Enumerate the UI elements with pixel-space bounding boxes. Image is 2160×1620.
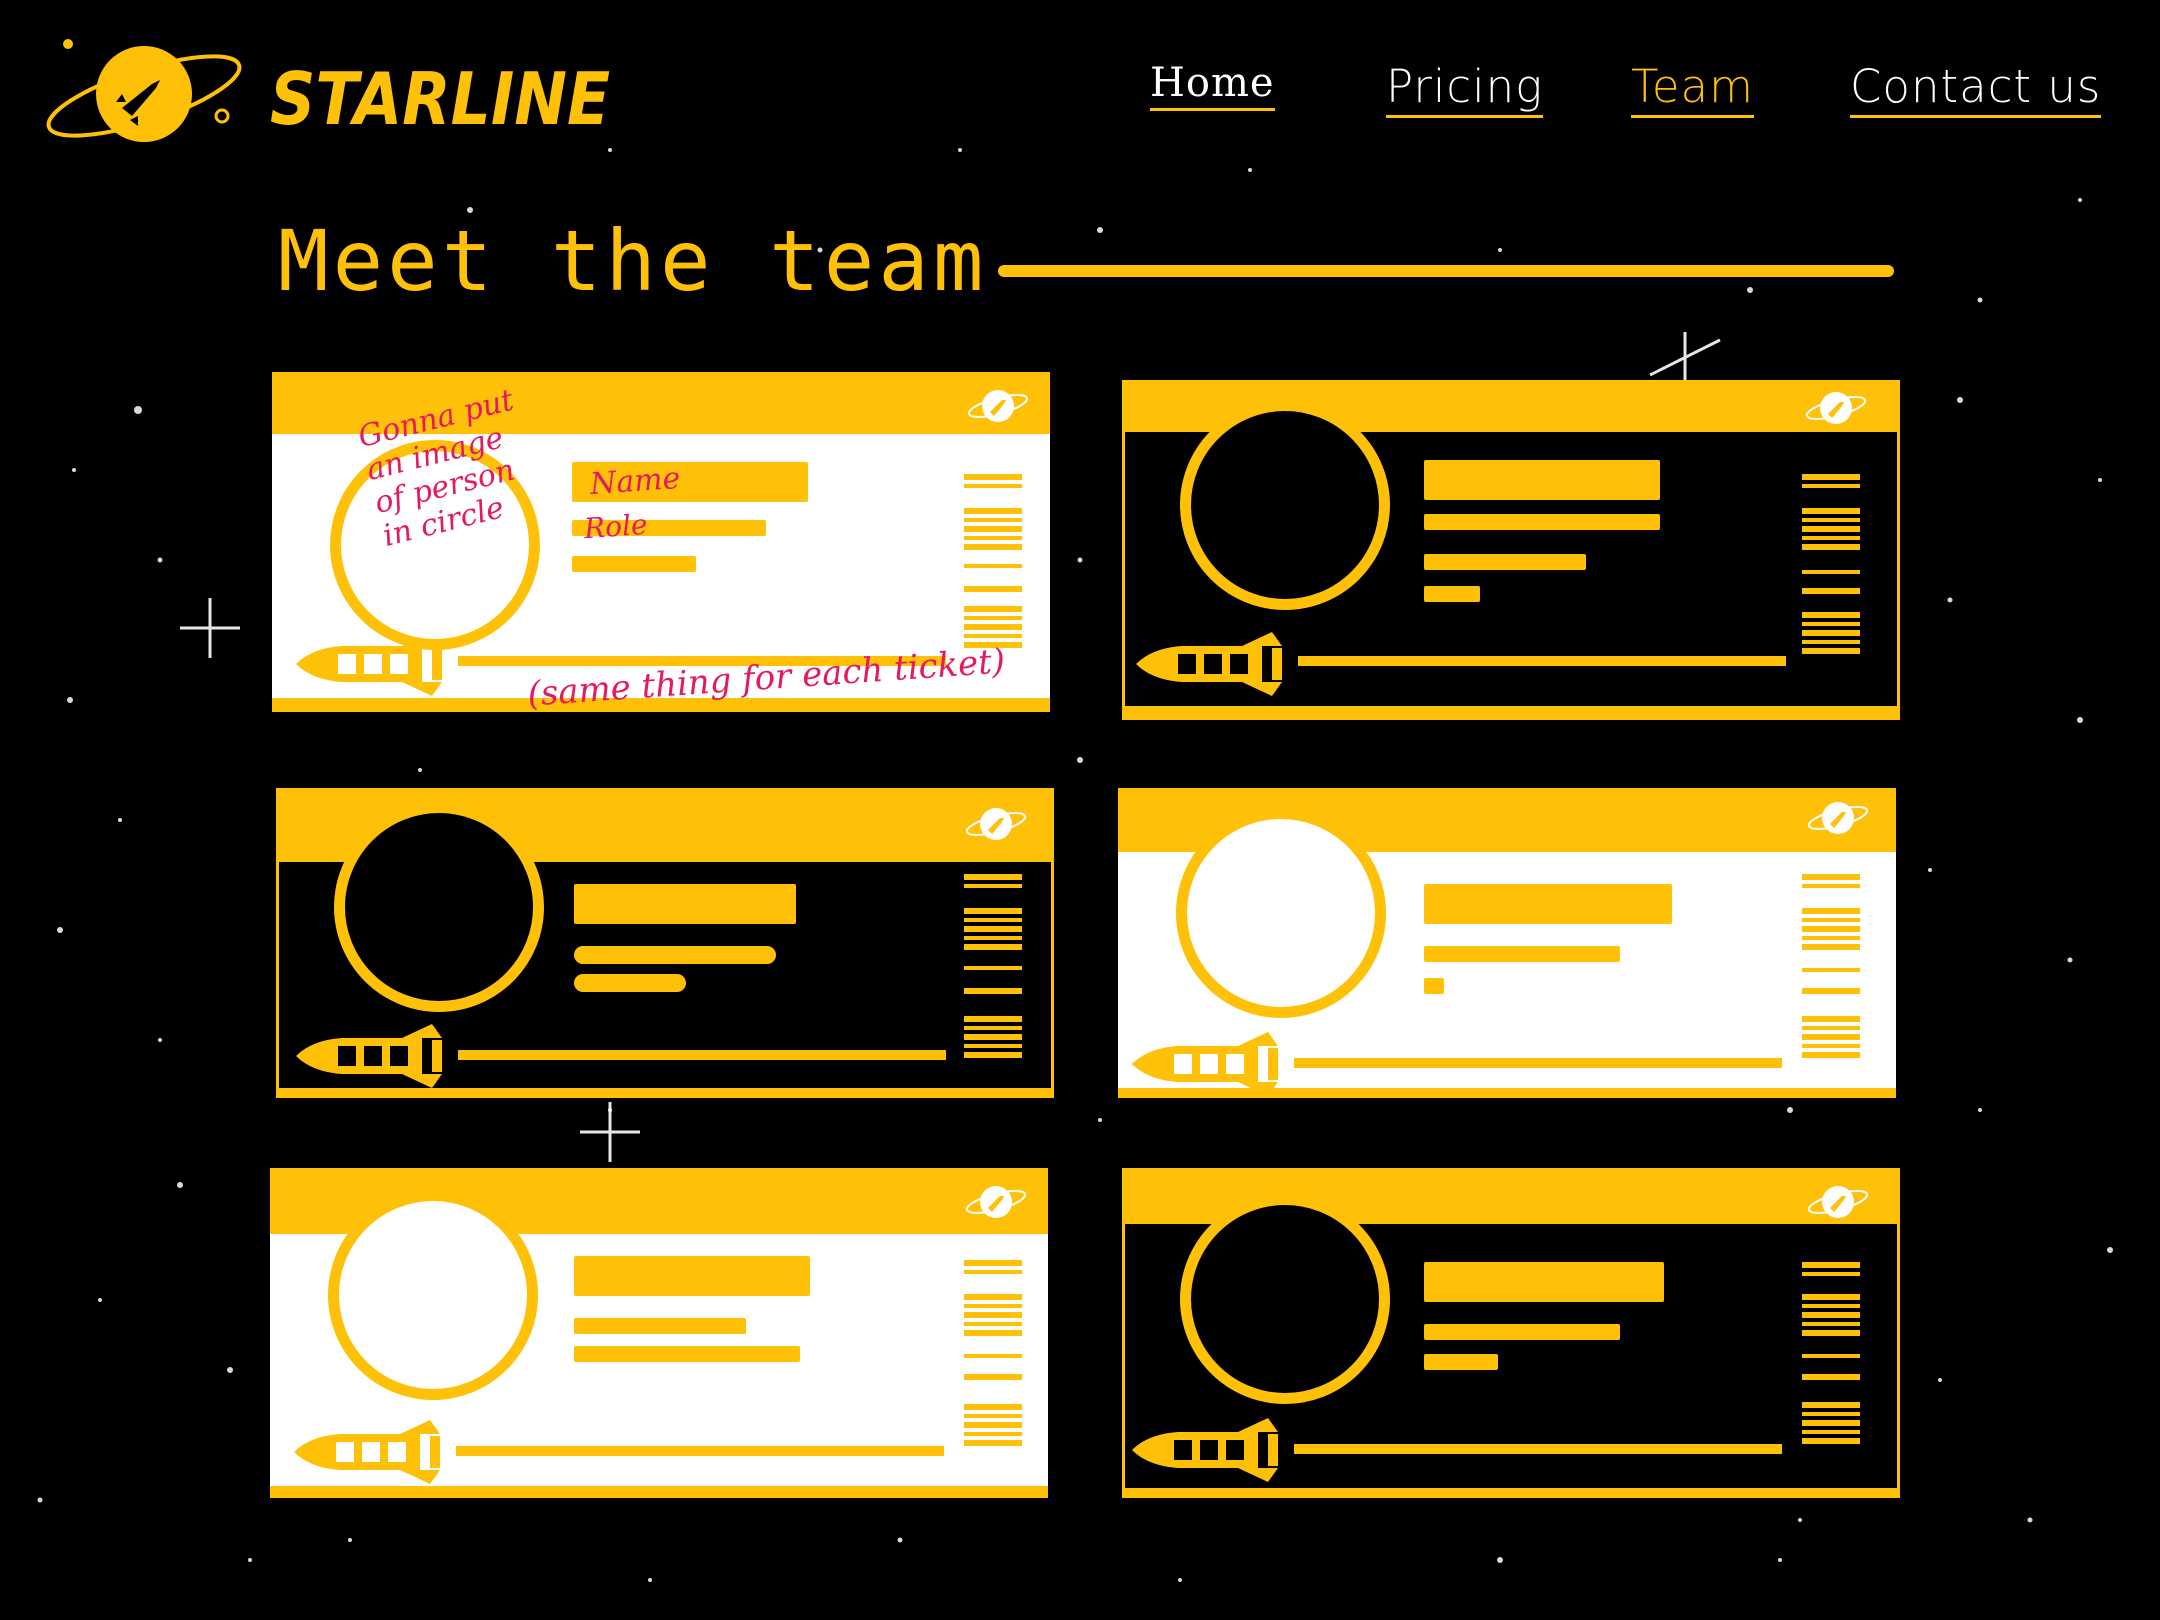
nav-home-link[interactable]: Home [1150, 60, 1275, 111]
detail-placeholder [1424, 1354, 1498, 1370]
name-placeholder [1424, 460, 1660, 500]
person-photo-placeholder[interactable] [1176, 808, 1386, 1018]
rocket-icon [296, 1024, 442, 1088]
team-ticket[interactable] [1122, 1168, 1900, 1498]
nav-pricing-link[interactable]: Pricing [1386, 60, 1544, 118]
nav-team-link[interactable]: Team [1631, 60, 1754, 118]
person-photo-placeholder[interactable] [1180, 1194, 1390, 1404]
team-ticket[interactable] [1122, 380, 1900, 720]
rocket-icon [294, 1420, 440, 1484]
name-placeholder [574, 1256, 810, 1296]
extra-placeholder [1424, 586, 1480, 602]
person-photo-placeholder[interactable] [328, 1190, 538, 1400]
barcode-icon [964, 1260, 1022, 1446]
name-placeholder [574, 884, 796, 924]
annotation-name-note: Name [588, 460, 682, 503]
main-nav: Home Pricing Team Contact us [0, 60, 2160, 120]
rocket-icon [1132, 1418, 1278, 1482]
detail-placeholder [1424, 554, 1586, 570]
team-ticket[interactable] [1118, 788, 1896, 1098]
barcode-icon [964, 474, 1022, 648]
rocket-icon [1132, 1032, 1278, 1096]
detail-placeholder [572, 556, 696, 572]
person-photo-placeholder[interactable] [334, 802, 544, 1012]
name-placeholder [1424, 1262, 1664, 1302]
ticket-track-line [1294, 1058, 1782, 1068]
name-placeholder [1424, 884, 1672, 924]
barcode-icon [1802, 474, 1860, 654]
ticket-track-line [456, 1446, 944, 1456]
ticket-track-line [1298, 656, 1786, 666]
detail-placeholder [1424, 978, 1444, 994]
ticket-track-line [458, 1050, 946, 1060]
role-placeholder [574, 946, 776, 964]
person-photo-placeholder[interactable] [1180, 400, 1390, 610]
barcode-icon [1802, 874, 1860, 1058]
nav-contact-link[interactable]: Contact us [1850, 60, 2102, 118]
role-placeholder [1424, 946, 1620, 962]
team-ticket[interactable]: Gonna put an image of person in circle N… [272, 372, 1050, 715]
role-placeholder [1424, 1324, 1620, 1340]
page-title: Meet the team [278, 212, 988, 310]
title-divider [998, 265, 1894, 277]
team-ticket[interactable] [270, 1168, 1048, 1498]
barcode-icon [964, 874, 1022, 1058]
team-ticket[interactable] [276, 788, 1054, 1098]
annotation-role-note: Role [582, 507, 649, 546]
rocket-icon [1136, 632, 1282, 696]
barcode-icon [1802, 1262, 1860, 1444]
role-placeholder [574, 1318, 746, 1334]
role-placeholder [1424, 514, 1660, 530]
detail-placeholder [574, 1346, 800, 1362]
ticket-track-line [1294, 1444, 1782, 1454]
detail-placeholder [574, 974, 686, 992]
